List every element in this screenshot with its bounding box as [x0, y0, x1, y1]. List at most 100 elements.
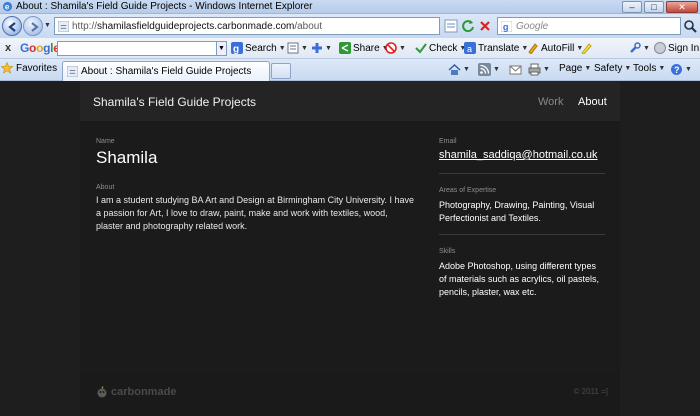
new-tab-button[interactable] [271, 63, 291, 79]
add-button[interactable]: ▼ [311, 42, 332, 54]
about-label: About [96, 184, 115, 191]
help-button[interactable]: ? ▼ [670, 63, 692, 76]
window-title: About : Shamila's Field Guide Projects -… [16, 1, 313, 12]
web-page: Shamila's Field Guide Projects Work Abou… [0, 81, 700, 416]
tab-about[interactable]: About : Shamila's Field Guide Projects [62, 61, 270, 81]
mail-icon [509, 65, 522, 75]
favorites-star-icon [1, 62, 13, 74]
svg-text:a: a [467, 44, 472, 54]
google-icon: g [501, 21, 512, 32]
about-content: Name Shamila About I am a student studyi… [80, 121, 620, 373]
tab-favicon [67, 66, 78, 77]
blocker-icon [385, 42, 397, 54]
user-icon [654, 42, 666, 54]
footer-brand: carbonmade [111, 386, 177, 398]
stop-icon[interactable] [477, 18, 493, 34]
site-header: Shamila's Field Guide Projects Work Abou… [80, 81, 620, 121]
home-button[interactable]: ▼ [448, 63, 470, 76]
page-menu[interactable]: Page ▼ [559, 63, 591, 74]
sign-in-button[interactable]: Sign In [654, 42, 699, 54]
translate-button[interactable]: a Translate ▼ [464, 42, 528, 54]
highlight-button[interactable] [580, 42, 592, 54]
forward-icon [31, 22, 39, 32]
expertise-label: Areas of Expertise [439, 187, 497, 194]
search-label: Search [245, 42, 277, 54]
google-search-dropdown[interactable]: ▼ [216, 41, 227, 56]
svg-text:e: e [5, 2, 10, 11]
check-label: Check [429, 42, 458, 54]
favorites-label: Favorites [16, 62, 58, 74]
expertise-value: Photography, Drawing, Painting, Visual P… [439, 200, 595, 223]
url-field[interactable]: http://shamilasfieldguideprojects.carbon… [54, 17, 440, 35]
window-titlebar: e About : Shamila's Field Guide Projects… [0, 0, 700, 14]
tab-bar: Favorites About : Shamila's Field Guide … [0, 59, 700, 81]
safety-menu-label: Safety [594, 63, 623, 74]
help-icon: ? [671, 64, 682, 75]
site-footer: carbonmade © 2011 =] [80, 373, 620, 416]
google-g-icon: g [231, 42, 243, 54]
email-label: Email [439, 138, 457, 145]
translate-icon: a [464, 42, 476, 54]
compat-icon[interactable] [443, 18, 459, 34]
share-button[interactable]: Share ▼ [339, 42, 389, 54]
share-icon [339, 42, 351, 54]
back-button[interactable] [2, 16, 22, 36]
settings-wrench-button[interactable]: ▼ [629, 42, 650, 54]
plus-icon [312, 43, 322, 53]
search-field[interactable]: g Google [497, 17, 681, 35]
address-bar: ▼ http://shamilasfieldguideprojects.carb… [0, 14, 700, 38]
google-logo: Google [20, 41, 60, 55]
email-link[interactable]: shamila_saddiqa@hotmail.co.uk [439, 149, 598, 161]
name-value: Shamila [96, 148, 158, 167]
search-icon[interactable] [683, 19, 697, 33]
autofill-button[interactable]: AutoFill ▼ [527, 42, 583, 54]
carbonmade-logo[interactable]: carbonmade [96, 386, 176, 398]
translate-label: Translate [478, 42, 520, 54]
page-favicon [58, 21, 69, 32]
tools-menu[interactable]: Tools ▼ [633, 63, 665, 74]
autofill-icon [528, 43, 538, 54]
print-icon [528, 63, 541, 76]
favorites-button[interactable]: Favorites [1, 62, 57, 74]
tab-title: About : Shamila's Field Guide Projects [81, 66, 252, 77]
minimize-button[interactable]: – [622, 1, 642, 13]
feeds-button[interactable]: ▼ [478, 63, 500, 76]
url-path: /about [294, 21, 323, 32]
nav-about-link[interactable]: About [578, 96, 607, 108]
recent-pages-dropdown[interactable]: ▼ [44, 22, 51, 29]
svg-text:?: ? [674, 65, 680, 75]
close-window-button[interactable]: ✕ [666, 1, 698, 13]
forward-button[interactable] [23, 16, 43, 36]
google-search-input[interactable] [57, 41, 217, 56]
home-icon [448, 63, 461, 75]
nav-work-link[interactable]: Work [538, 96, 563, 108]
close-toolbar-button[interactable]: x [5, 42, 11, 54]
url-prefix: http:// [72, 21, 98, 32]
maximize-button[interactable]: □ [644, 1, 664, 13]
wrench-icon [630, 42, 641, 53]
mail-button[interactable] [509, 63, 522, 76]
check-icon [415, 43, 427, 54]
refresh-icon[interactable] [460, 18, 476, 34]
page-tools-button[interactable]: ▼ [287, 42, 308, 54]
popup-blocker-button[interactable]: ▼ [385, 42, 406, 54]
sign-in-label: Sign In [668, 42, 700, 54]
autofill-label: AutoFill [541, 42, 575, 54]
skills-value: Adobe Photoshop, using different types o… [439, 261, 600, 297]
site-title[interactable]: Shamila's Field Guide Projects [93, 95, 256, 109]
carbonmade-icon [97, 386, 107, 398]
google-toolbar: x Google ▼ g Search▼ ▼ ▼ Share▼ ▼ Check▼… [0, 38, 700, 59]
spell-check-button[interactable]: Check ▼ [415, 42, 466, 54]
about-text: I am a student studying BA Art and Desig… [96, 195, 414, 231]
safety-menu[interactable]: Safety ▼ [594, 63, 631, 74]
search-placeholder: Google [516, 21, 549, 32]
google-search-button[interactable]: g Search ▼ [231, 42, 286, 54]
print-button[interactable]: ▼ [528, 63, 550, 76]
page-menu-label: Page [559, 63, 583, 74]
svg-text:g: g [233, 44, 239, 54]
name-label: Name [96, 138, 115, 145]
footer-copyright: © 2011 =] [573, 387, 608, 396]
tools-menu-label: Tools [633, 63, 657, 74]
svg-text:g: g [503, 22, 509, 32]
skills-label: Skills [439, 248, 456, 255]
